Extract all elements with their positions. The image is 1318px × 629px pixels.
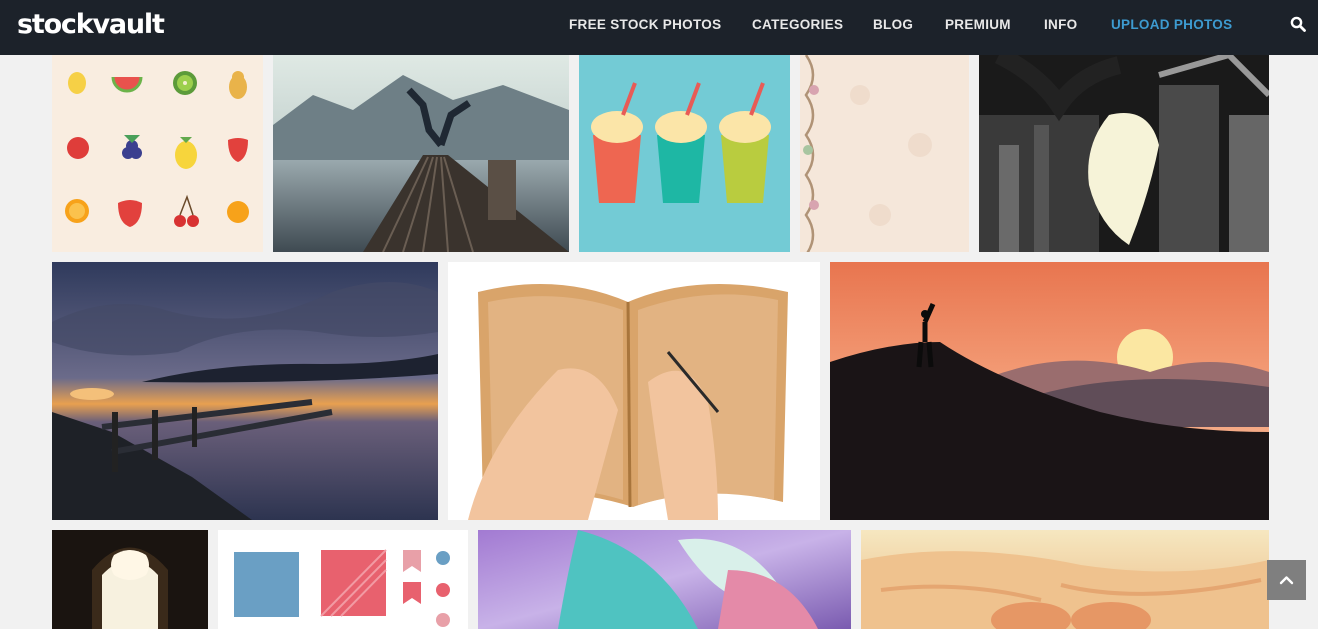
- photo-double-exposure[interactable]: [979, 55, 1269, 252]
- chevron-up-icon: [1279, 576, 1294, 585]
- photo-scrapbook-elements[interactable]: [218, 530, 468, 629]
- photo-fruit-icons[interactable]: [52, 55, 263, 252]
- nav-upload-photos[interactable]: UPLOAD PHOTOS: [1111, 17, 1232, 33]
- site-logo[interactable]: stockvault: [17, 9, 165, 41]
- search-icon[interactable]: [1290, 16, 1306, 32]
- top-navigation-bar: stockvault FREE STOCK PHOTOS CATEGORIES …: [0, 0, 1318, 55]
- nav-blog[interactable]: BLOG: [873, 17, 913, 33]
- photo-sunglasses-sand[interactable]: [861, 530, 1269, 629]
- photo-milkshakes[interactable]: [579, 55, 790, 252]
- photo-colorful-leaves[interactable]: [478, 530, 851, 629]
- photo-floral-paper[interactable]: [800, 55, 969, 252]
- nav-free-stock-photos[interactable]: FREE STOCK PHOTOS: [569, 17, 721, 33]
- photo-pier-lake[interactable]: [273, 55, 569, 252]
- back-to-top-button[interactable]: [1267, 560, 1306, 600]
- nav-info[interactable]: INFO: [1044, 17, 1077, 33]
- photo-sunset-lake[interactable]: [52, 262, 438, 520]
- photo-gothic-window[interactable]: [52, 530, 208, 629]
- photo-mountain-silhouette[interactable]: [830, 262, 1269, 520]
- nav-categories[interactable]: CATEGORIES: [752, 17, 843, 33]
- nav-premium[interactable]: PREMIUM: [945, 17, 1011, 33]
- photo-hands-book[interactable]: [448, 262, 820, 520]
